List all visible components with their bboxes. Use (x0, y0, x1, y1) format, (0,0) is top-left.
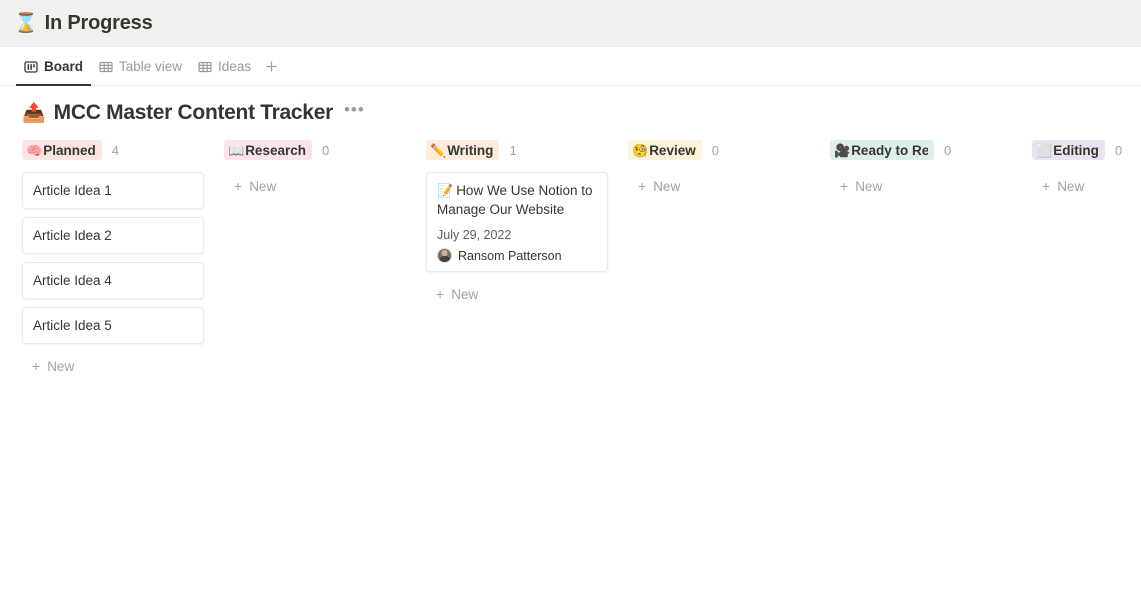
page-title: In Progress (45, 12, 153, 35)
table-icon (198, 60, 212, 74)
board-column-planned: 🧠 Planned 4 Article Idea 1 Article Idea … (22, 138, 204, 380)
card-title: Article Idea 5 (33, 316, 193, 335)
column-count: 0 (1115, 143, 1122, 158)
card-item[interactable]: Article Idea 2 (22, 217, 204, 254)
column-name: Planned (43, 143, 96, 158)
column-header[interactable]: ✏️ Writing 1 (426, 138, 608, 162)
card-title: 📝How We Use Notion to Manage Our Website (437, 181, 597, 219)
column-name: Editing (1053, 143, 1099, 158)
memo-icon: 📝 (437, 183, 453, 198)
plus-icon: + (638, 179, 646, 193)
brain-icon: 🧠 (26, 144, 42, 157)
new-card-button[interactable]: + New (628, 172, 810, 200)
column-name: Writing (447, 143, 493, 158)
card-item[interactable]: 📝How We Use Notion to Manage Our Website… (426, 172, 608, 272)
board-column-review: 🧐 Review 0 + New (628, 138, 810, 200)
monocle-face-icon: 🧐 (632, 144, 648, 157)
column-count: 0 (944, 143, 951, 158)
tab-board[interactable]: Board (16, 48, 91, 85)
column-name: Research (245, 143, 306, 158)
new-card-label: New (653, 179, 680, 194)
plus-icon: + (1042, 179, 1050, 193)
status-badge: ✏️ Writing (426, 140, 499, 160)
column-count: 1 (509, 143, 516, 158)
card-item[interactable]: Article Idea 5 (22, 307, 204, 344)
column-count: 4 (112, 143, 119, 158)
database-title-row: 📤 MCC Master Content Tracker ••• (0, 86, 1141, 120)
new-card-label: New (249, 179, 276, 194)
pencil-icon: ✏️ (430, 144, 446, 157)
new-card-button[interactable]: + New (22, 352, 204, 380)
column-header[interactable]: 🧐 Review 0 (628, 138, 810, 162)
page-header: ⌛ In Progress (0, 0, 1141, 47)
tab-board-label: Board (44, 59, 83, 74)
column-count: 0 (712, 143, 719, 158)
plus-icon: + (436, 287, 444, 301)
white-square-icon: ⬜ (1036, 144, 1052, 157)
card-person-name: Ransom Patterson (458, 249, 562, 263)
table-icon (99, 60, 113, 74)
column-header[interactable]: 📖 Research 0 (224, 138, 406, 162)
tab-table-view[interactable]: Table view (91, 48, 190, 85)
tab-ideas[interactable]: Ideas (190, 48, 259, 85)
open-book-icon: 📖 (228, 144, 244, 157)
tab-table-view-label: Table view (119, 59, 182, 74)
column-count: 0 (322, 143, 329, 158)
add-view-button[interactable] (259, 48, 283, 85)
board-columns: 🧠 Planned 4 Article Idea 1 Article Idea … (0, 120, 1141, 380)
card-item[interactable]: Article Idea 1 (22, 172, 204, 209)
card-title-text: How We Use Notion to Manage Our Website (437, 183, 593, 217)
status-badge: 🧐 Review (628, 140, 702, 160)
column-header[interactable]: ⬜ Editing 0 (1032, 138, 1141, 162)
board-icon (24, 60, 38, 74)
column-name: Review (649, 143, 696, 158)
status-badge: 🎥 Ready to Re (830, 140, 934, 160)
card-date: July 29, 2022 (437, 228, 597, 242)
movie-camera-icon: 🎥 (834, 144, 850, 157)
card-person: Ransom Patterson (437, 248, 597, 263)
column-header[interactable]: 🎥 Ready to Re 0 (830, 138, 1012, 162)
database-more-button[interactable]: ••• (341, 105, 368, 121)
new-card-button[interactable]: + New (830, 172, 1012, 200)
avatar (437, 248, 452, 263)
board-column-writing: ✏️ Writing 1 📝How We Use Notion to Manag… (426, 138, 608, 308)
new-card-label: New (1057, 179, 1084, 194)
new-card-button[interactable]: + New (224, 172, 406, 200)
board-column-research: 📖 Research 0 + New (224, 138, 406, 200)
plus-icon (265, 60, 278, 73)
board-column-editing: ⬜ Editing 0 + New (1032, 138, 1141, 200)
card-title: Article Idea 4 (33, 271, 193, 290)
card-item[interactable]: Article Idea 4 (22, 262, 204, 299)
new-card-label: New (451, 287, 478, 302)
plus-icon: + (32, 359, 40, 373)
outbox-tray-icon: 📤 (22, 104, 46, 123)
plus-icon: + (840, 179, 848, 193)
status-badge: 📖 Research (224, 140, 312, 160)
database-title: MCC Master Content Tracker (54, 101, 333, 125)
status-badge: ⬜ Editing (1032, 140, 1105, 160)
view-tabbar: Board Table view Ideas (0, 47, 1141, 86)
card-title: Article Idea 2 (33, 226, 193, 245)
status-badge: 🧠 Planned (22, 140, 102, 160)
column-name: Ready to Re (851, 143, 928, 158)
column-header[interactable]: 🧠 Planned 4 (22, 138, 204, 162)
new-card-button[interactable]: + New (426, 280, 608, 308)
page-header-inner: ⌛ In Progress (14, 12, 153, 35)
plus-icon: + (234, 179, 242, 193)
new-card-label: New (855, 179, 882, 194)
hourglass-icon: ⌛ (14, 14, 38, 33)
new-card-label: New (47, 359, 74, 374)
tab-ideas-label: Ideas (218, 59, 251, 74)
board-column-ready-to-record: 🎥 Ready to Re 0 + New (830, 138, 1012, 200)
new-card-button[interactable]: + New (1032, 172, 1141, 200)
card-title: Article Idea 1 (33, 181, 193, 200)
